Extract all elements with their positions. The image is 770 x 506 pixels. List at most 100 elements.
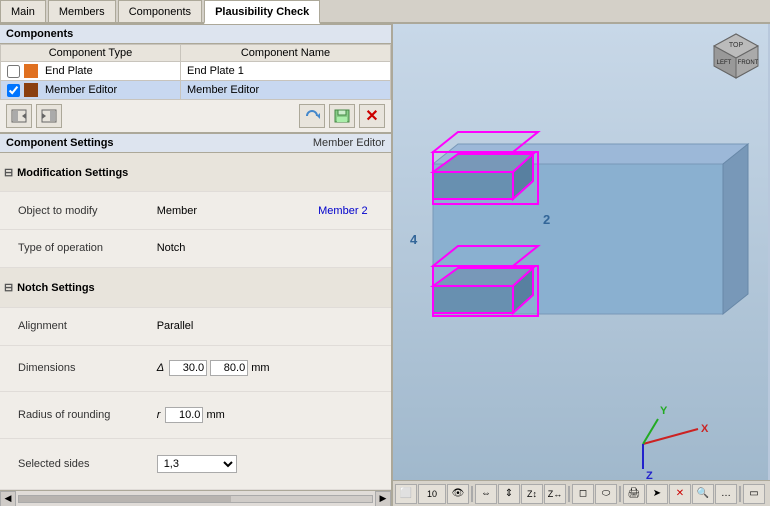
prop-sides-label: Selected sides xyxy=(0,438,153,489)
prop-dimensions-value: Δ mm xyxy=(153,345,314,392)
separator-3 xyxy=(619,486,621,502)
fullscreen-button[interactable]: ▭ xyxy=(743,484,765,504)
nav-cube-svg: TOP LEFT FRONT xyxy=(712,32,760,80)
tab-main[interactable]: Main xyxy=(0,0,46,22)
frame-button[interactable]: ⬜ xyxy=(395,484,417,504)
svg-text:TOP: TOP xyxy=(729,42,744,49)
scroll-left-button[interactable]: ◀ xyxy=(0,491,16,506)
nav-cube[interactable]: TOP LEFT FRONT xyxy=(712,32,760,80)
z-layer-button[interactable]: Z↕ xyxy=(521,484,543,504)
bottom-scrollbar[interactable]: ◀ ▶ xyxy=(0,490,391,506)
expand-notch-icon[interactable]: ⊟ xyxy=(4,281,14,294)
more-button[interactable]: … xyxy=(715,484,737,504)
view-toolbar: ⬜ 10 👁 ⇔ ⇕ Z↕ Z↔ ◻ ⬭ 🖨 ➤ ✕ 🔍 … ▭ xyxy=(393,480,770,506)
right-panel: 4 2 X Y Z TOP xyxy=(393,24,770,506)
svg-text:X: X xyxy=(701,423,709,435)
tab-members[interactable]: Members xyxy=(48,0,116,22)
svg-text:LEFT: LEFT xyxy=(717,60,732,66)
prop-radius-value: r mm xyxy=(153,392,314,439)
col-name-header: Component Name xyxy=(181,45,391,62)
setting-row-sides: Selected sides 1,3 xyxy=(0,438,391,489)
svg-text:2: 2 xyxy=(543,212,550,227)
separator-1 xyxy=(471,486,473,502)
setting-row-object: Object to modify Member Member 2 xyxy=(0,192,391,230)
components-section: Components Component Type Component Name xyxy=(0,24,391,133)
group-notch: ⊟ Notch Settings xyxy=(0,267,391,307)
prop-alignment-value: Parallel xyxy=(153,307,391,345)
zoom-level-button[interactable]: 10 xyxy=(418,484,446,504)
cursor-button[interactable]: ✕ xyxy=(669,484,691,504)
settings-subtitle: Member Editor xyxy=(313,137,385,149)
move-right-button[interactable] xyxy=(36,104,62,128)
icon-orange-1 xyxy=(24,64,38,78)
left-panel: Components Component Type Component Name xyxy=(0,24,393,506)
components-table: Component Type Component Name End Plate xyxy=(0,44,391,100)
tabs-bar: Main Members Components Plausibility Che… xyxy=(0,0,770,24)
settings-table: ⊟ Modification Settings Object to modify… xyxy=(0,153,391,490)
component-name-1: End Plate 1 xyxy=(181,62,391,81)
prop-operation-label: Type of operation xyxy=(0,230,153,268)
components-title: Components xyxy=(6,28,73,40)
svg-text:FRONT: FRONT xyxy=(738,60,759,66)
dim-input-2[interactable] xyxy=(210,360,248,376)
component-settings-section: Component Settings Member Editor ⊟ Modif… xyxy=(0,133,391,506)
prop-object-value: Member xyxy=(153,192,314,230)
checkbox-endplate[interactable] xyxy=(7,65,20,78)
3d-scene: 4 2 X Y Z xyxy=(393,24,768,484)
separator-4 xyxy=(739,486,741,502)
cell-type-1: End Plate xyxy=(7,64,174,78)
tab-components[interactable]: Components xyxy=(118,0,202,22)
print-button[interactable]: 🖨 xyxy=(623,484,645,504)
save-button[interactable] xyxy=(329,104,355,128)
setting-row-radius: Radius of rounding r mm xyxy=(0,392,391,439)
arrow-right-button[interactable]: ➤ xyxy=(646,484,668,504)
prop-radius-label: Radius of rounding xyxy=(0,392,153,439)
expand-modification-icon[interactable]: ⊟ xyxy=(4,166,14,179)
group-notch-label: Notch Settings xyxy=(17,282,95,294)
table-row[interactable]: Member Editor Member Editor xyxy=(1,81,391,100)
table-row[interactable]: End Plate End Plate 1 xyxy=(1,62,391,81)
prop-object-label: Object to modify xyxy=(0,192,153,230)
box-button[interactable]: ◻ xyxy=(572,484,594,504)
delta-symbol: Δ xyxy=(157,362,164,374)
separator-2 xyxy=(568,486,570,502)
settings-header: Component Settings Member Editor xyxy=(0,133,391,153)
group-modification-label: Modification Settings xyxy=(17,167,128,179)
prop-dimensions-label: Dimensions xyxy=(0,345,153,392)
checkbox-member-editor[interactable] xyxy=(7,84,20,97)
prop-sides-value: 1,3 xyxy=(153,438,314,489)
scroll-right-button[interactable]: ▶ xyxy=(375,491,391,506)
setting-row-dimensions: Dimensions Δ mm xyxy=(0,345,391,392)
move-left-button[interactable] xyxy=(6,104,32,128)
arrows-v-button[interactable]: ⇕ xyxy=(498,484,520,504)
group-modification: ⊟ Modification Settings xyxy=(0,153,391,192)
cell-type-2: Member Editor xyxy=(7,83,174,97)
icon-brown-1 xyxy=(24,83,38,97)
radius-input[interactable] xyxy=(165,407,203,423)
z-layer2-button[interactable]: Z↔ xyxy=(544,484,566,504)
setting-row-alignment: Alignment Parallel xyxy=(0,307,391,345)
components-toolbar: ✕ xyxy=(0,100,391,133)
arrows-h-button[interactable]: ⇔ xyxy=(475,484,497,504)
tab-plausibility-check[interactable]: Plausibility Check xyxy=(204,0,320,24)
eye-button[interactable]: 👁 xyxy=(447,484,469,504)
prop-operation-value: Notch xyxy=(153,230,391,268)
r-symbol: r xyxy=(157,409,161,421)
sides-select[interactable]: 1,3 xyxy=(157,455,237,473)
prop-object-value2: Member 2 xyxy=(314,192,391,230)
main-layout: Components Component Type Component Name xyxy=(0,24,770,506)
delete-button[interactable]: ✕ xyxy=(359,104,385,128)
settings-title: Component Settings xyxy=(6,137,114,149)
recycle-button[interactable] xyxy=(299,104,325,128)
scroll-track[interactable] xyxy=(18,495,373,503)
dim-unit-1: mm xyxy=(251,362,269,374)
svg-text:Y: Y xyxy=(660,405,668,417)
cylinder-button[interactable]: ⬭ xyxy=(595,484,617,504)
component-name-2: Member Editor xyxy=(181,81,391,100)
svg-text:4: 4 xyxy=(410,232,418,247)
zoom-button[interactable]: 🔍 xyxy=(692,484,714,504)
col-type-header: Component Type xyxy=(1,45,181,62)
viewport-3d[interactable]: 4 2 X Y Z TOP xyxy=(393,24,770,480)
setting-row-operation: Type of operation Notch xyxy=(0,230,391,268)
dim-input-1[interactable] xyxy=(169,360,207,376)
